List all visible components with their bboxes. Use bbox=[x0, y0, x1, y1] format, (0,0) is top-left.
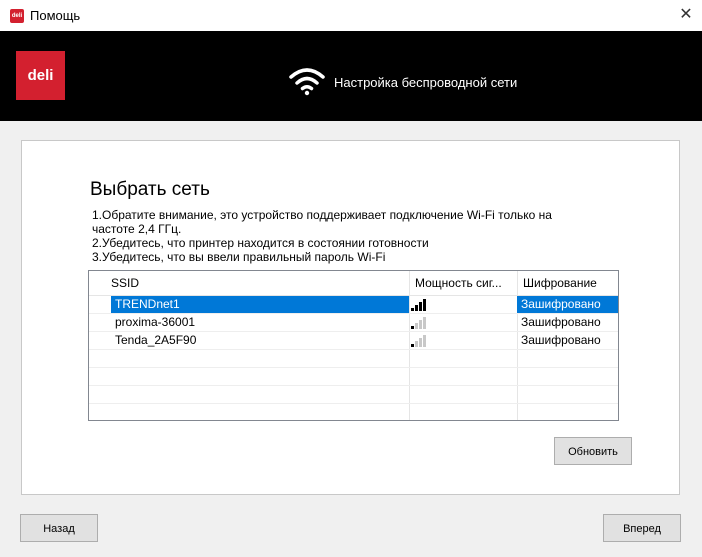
row-divider bbox=[89, 385, 618, 386]
note-line: частоте 2,4 ГГц. bbox=[92, 222, 182, 236]
refresh-button[interactable]: Обновить bbox=[554, 437, 632, 465]
title-bar: deli Помощь ✕ bbox=[0, 0, 702, 32]
network-ssid: proxima-36001 bbox=[115, 315, 196, 329]
row-divider bbox=[89, 331, 618, 332]
next-button[interactable]: Вперед bbox=[603, 514, 681, 542]
network-encryption: Зашифровано bbox=[517, 296, 618, 313]
column-header-ssid[interactable]: SSID bbox=[111, 271, 139, 295]
column-header-signal[interactable]: Мощность сиг... bbox=[415, 271, 502, 295]
back-button[interactable]: Назад bbox=[20, 514, 98, 542]
network-ssid: TRENDnet1 bbox=[111, 296, 409, 313]
header-banner: deli Настройка беспроводной сети bbox=[0, 31, 702, 121]
list-item[interactable]: proxima-36001 Зашифровано bbox=[89, 314, 618, 331]
row-divider bbox=[89, 367, 618, 368]
close-icon[interactable]: ✕ bbox=[678, 7, 694, 23]
list-item[interactable]: TRENDnet1 Зашифровано bbox=[89, 296, 618, 313]
page-title: Выбрать сеть bbox=[90, 179, 210, 200]
app-logo-icon: deli bbox=[10, 9, 24, 23]
window-title: Помощь bbox=[30, 8, 81, 23]
network-encryption: Зашифровано bbox=[521, 315, 601, 329]
row-divider bbox=[89, 313, 618, 314]
note-line: 2.Убедитесь, что принтер находится в сос… bbox=[92, 236, 429, 250]
header-title: Настройка беспроводной сети bbox=[334, 75, 518, 90]
wifi-icon bbox=[289, 68, 325, 96]
column-header-encryption[interactable]: Шифрование bbox=[523, 271, 597, 295]
network-ssid: Tenda_2A5F90 bbox=[115, 333, 197, 347]
network-encryption: Зашифровано bbox=[521, 333, 601, 347]
list-header: SSID Мощность сиг... Шифрование bbox=[89, 271, 618, 296]
network-list[interactable]: SSID Мощность сиг... Шифрование TRENDnet… bbox=[88, 270, 619, 421]
list-item[interactable]: Tenda_2A5F90 Зашифровано bbox=[89, 332, 618, 349]
note-line: 1.Обратите внимание, это устройство подд… bbox=[92, 208, 552, 222]
brand-logo: deli bbox=[16, 51, 65, 100]
signal-strength-icon bbox=[409, 334, 429, 347]
signal-strength-icon bbox=[409, 298, 429, 311]
row-divider bbox=[89, 403, 618, 404]
note-line: 3.Убедитесь, что вы ввели правильный пар… bbox=[92, 250, 386, 264]
row-divider bbox=[89, 349, 618, 350]
signal-strength-icon bbox=[409, 316, 429, 329]
content-panel: Выбрать сеть 1.Обратите внимание, это ус… bbox=[21, 140, 680, 495]
